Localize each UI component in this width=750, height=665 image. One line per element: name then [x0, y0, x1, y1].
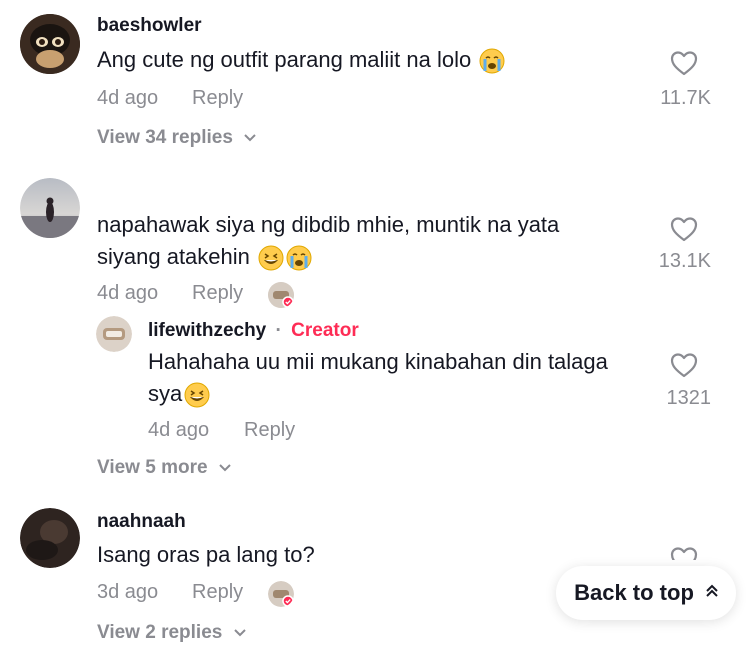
chevron-down-icon [219, 464, 231, 472]
avatar-image [20, 14, 80, 74]
view-more-label: View 5 more [97, 457, 208, 478]
comment-text: napahawak siya ng dibdib mhie, muntik na… [97, 209, 559, 273]
creator-badge: Creator [291, 320, 359, 341]
like-count: 13.1K [658, 250, 711, 272]
creator-liked-icon [268, 282, 294, 308]
avatar[interactable] [20, 178, 80, 238]
reply-timestamp: 4d ago [148, 419, 210, 441]
reply-username[interactable]: lifewithzechy [148, 320, 266, 341]
heart-icon [670, 51, 698, 76]
comment-username[interactable]: baeshowler [97, 15, 202, 37]
like-count: 1321 [666, 387, 712, 409]
comment-text-body: Ang cute ng outfit parang maliit na lolo [97, 47, 472, 72]
like-button[interactable] [654, 546, 714, 560]
reply-text-line: Hahahaha uu mii mukang kinabahan din tal… [148, 349, 608, 374]
comment-text-line: siyang atakehin [97, 241, 559, 273]
comment-timestamp: 4d ago [97, 87, 159, 109]
avatar[interactable] [20, 508, 80, 568]
avatar-image [20, 178, 80, 238]
comment-timestamp: 4d ago [97, 282, 159, 304]
creator-liked-icon [268, 581, 294, 607]
view-replies-label: View 34 replies [97, 127, 233, 148]
grinning-sweat-icon [184, 382, 210, 408]
heart-icon [670, 353, 698, 378]
reply-button[interactable]: Reply [244, 419, 295, 442]
avatar[interactable] [20, 14, 80, 74]
back-to-top-label: Back to top [574, 580, 694, 605]
view-replies-label: View 2 replies [97, 622, 223, 643]
view-replies-button[interactable]: View 34 replies [97, 127, 256, 149]
back-to-top-button[interactable]: Back to top [556, 566, 736, 620]
chevron-down-icon [244, 134, 256, 142]
crying-face-icon [479, 48, 505, 74]
heart-icon [670, 547, 698, 560]
grinning-sweat-icon [258, 245, 284, 271]
comment-text: Ang cute ng outfit parang maliit na lolo [97, 44, 505, 76]
reply-button[interactable]: Reply [192, 282, 243, 305]
avatar[interactable] [96, 316, 132, 352]
chevron-down-icon [233, 629, 246, 637]
double-chevron-up-icon [706, 584, 718, 602]
separator: · [275, 320, 282, 341]
view-more-button[interactable]: View 5 more [97, 457, 231, 479]
like-button[interactable] [654, 50, 714, 76]
comment-text-body: siyang atakehin [97, 244, 250, 269]
creator-liked-avatar [268, 581, 294, 607]
view-replies-button[interactable]: View 2 replies [97, 622, 246, 644]
avatar-image [20, 508, 80, 568]
crying-face-icon [286, 245, 312, 271]
reply-button[interactable]: Reply [192, 581, 243, 604]
reply-text-line: sya [148, 378, 608, 410]
comment-text-line: napahawak siya ng dibdib mhie, muntik na… [97, 212, 560, 237]
comment-text: Isang oras pa lang to? [97, 542, 315, 567]
reply-username-row: lifewithzechy · Creator [148, 320, 359, 342]
heart-icon [670, 217, 698, 242]
creator-liked-avatar [268, 282, 294, 308]
comment-username[interactable]: naahnaah [97, 511, 186, 533]
comment-timestamp: 3d ago [97, 581, 159, 603]
avatar-image [96, 316, 132, 352]
like-button[interactable] [654, 216, 714, 242]
like-count: 11.7K [660, 87, 711, 109]
reply-text-body: sya [148, 381, 183, 406]
reply-text: Hahahaha uu mii mukang kinabahan din tal… [148, 346, 608, 410]
reply-button[interactable]: Reply [192, 87, 243, 110]
like-button[interactable] [654, 352, 714, 378]
